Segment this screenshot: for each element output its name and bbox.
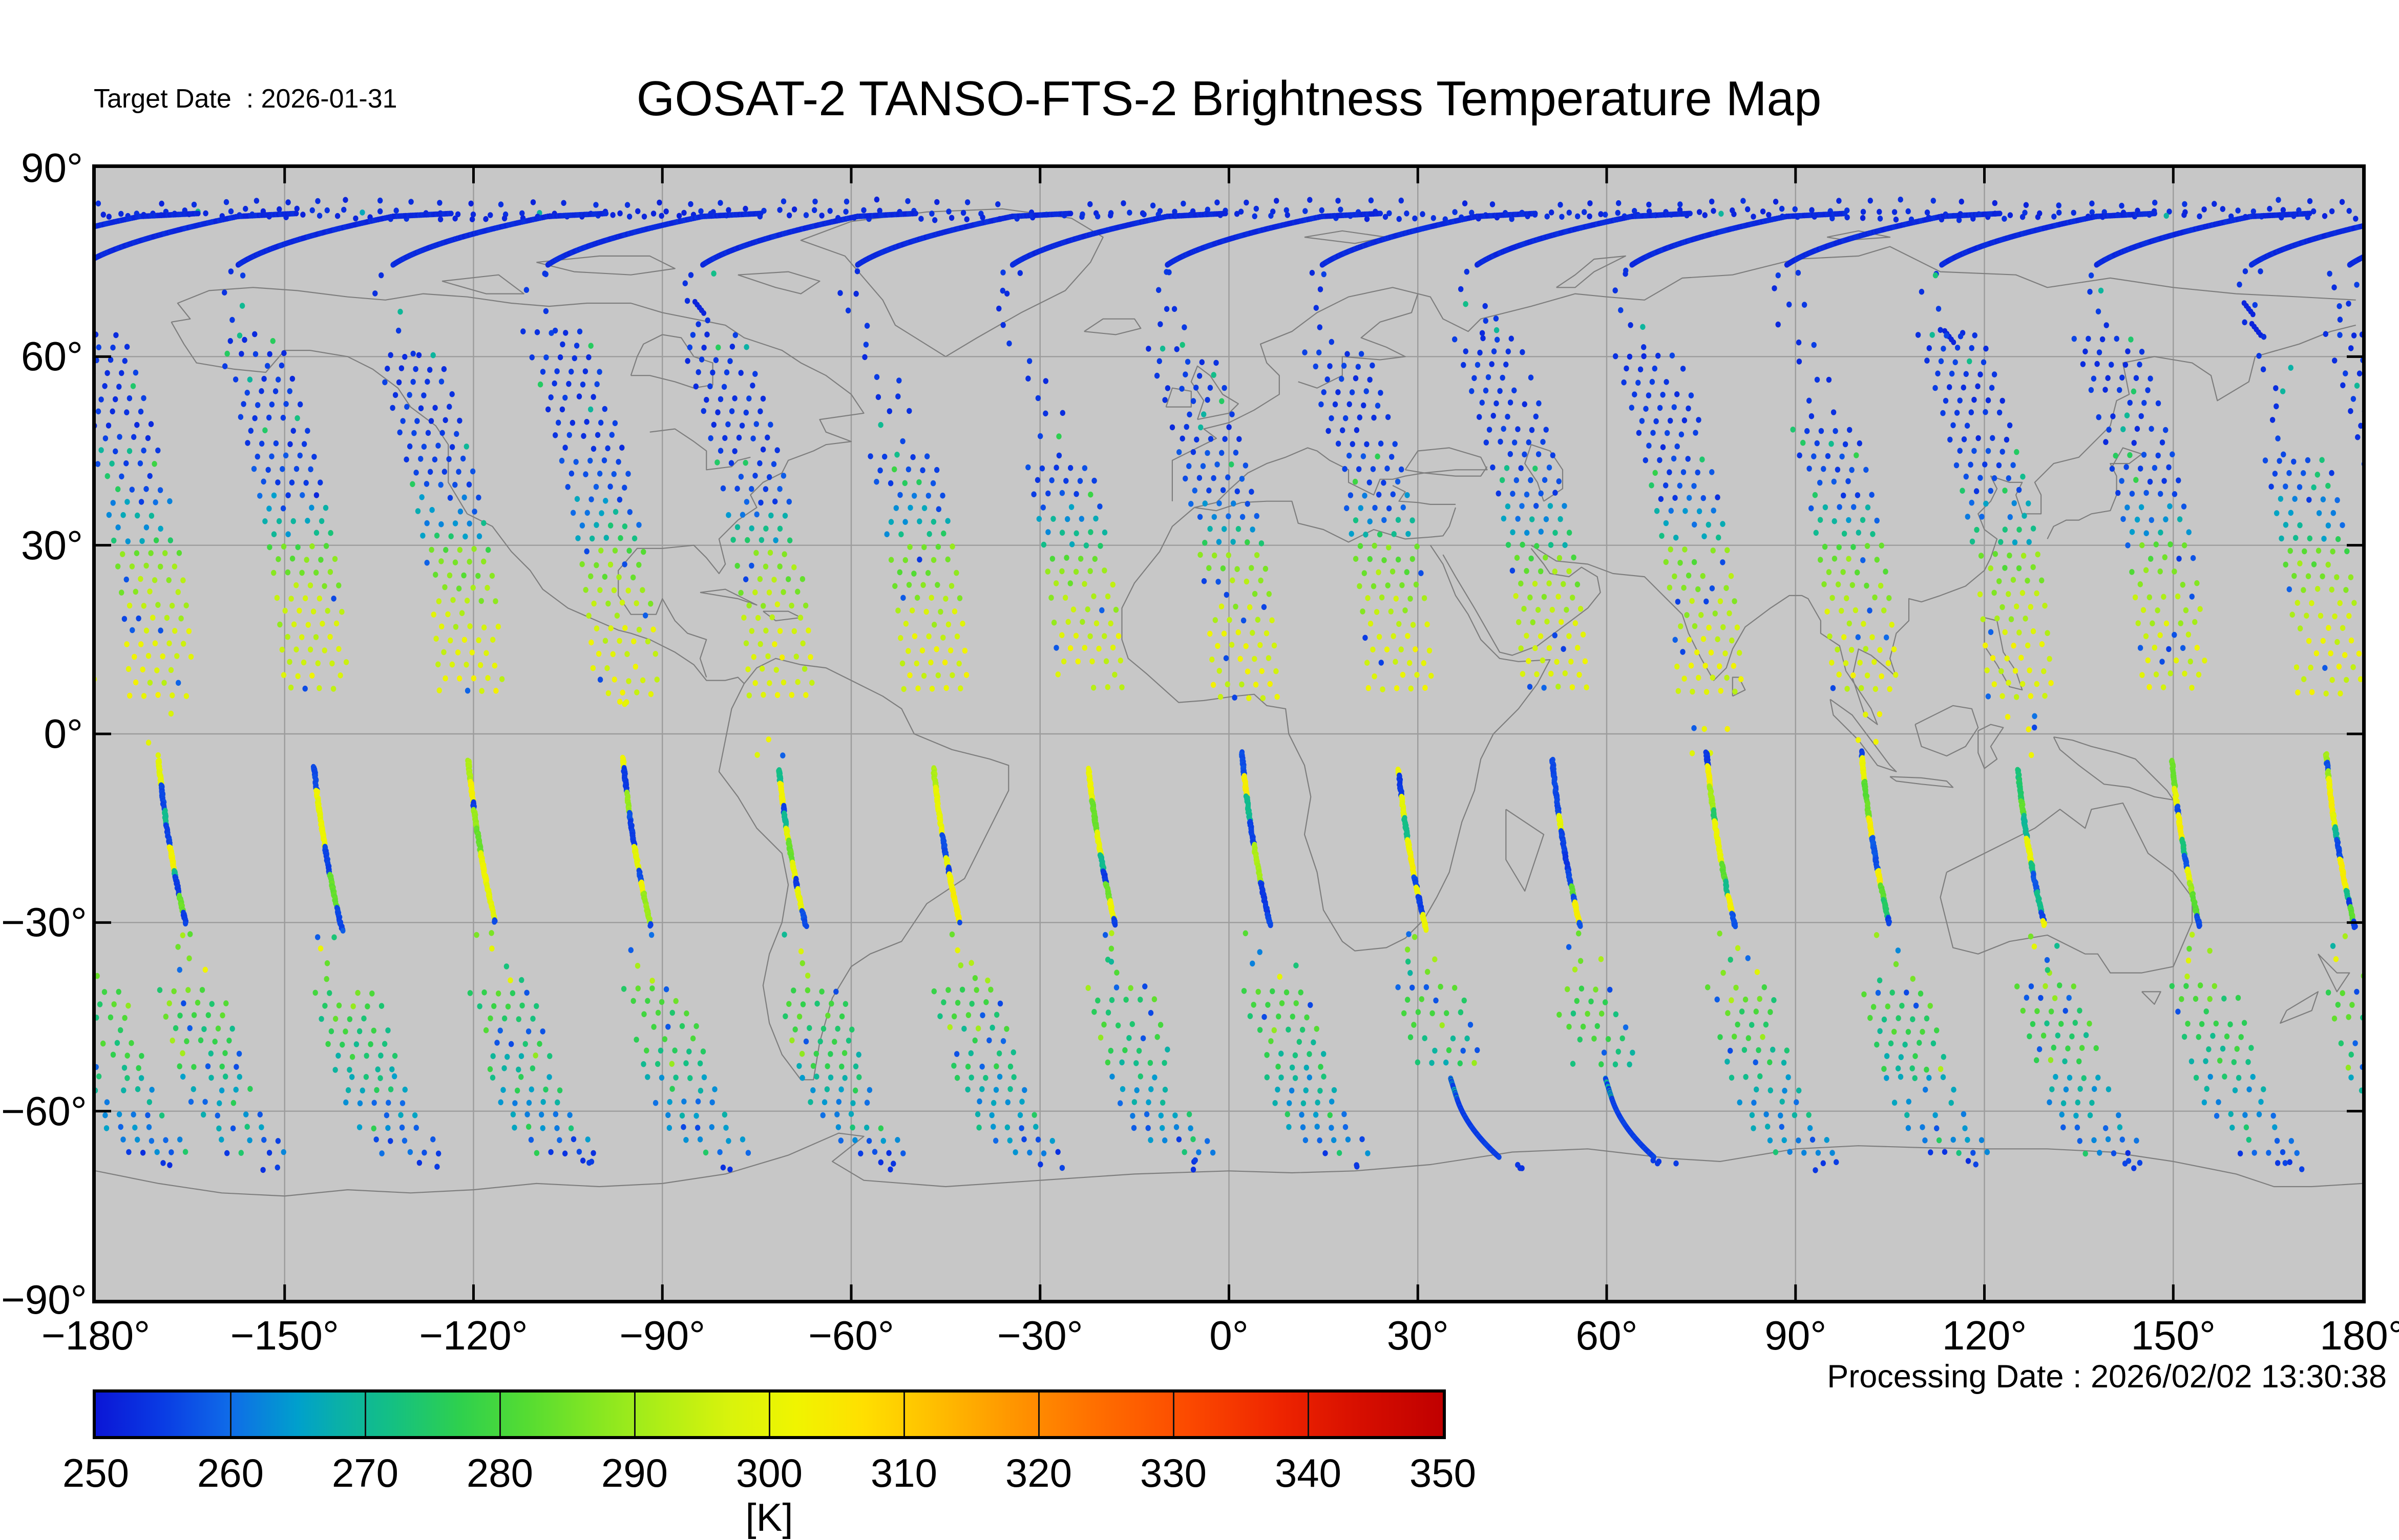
x-tick-label: 180° bbox=[2301, 1314, 2399, 1357]
x-tick-label: −180° bbox=[34, 1314, 157, 1357]
y-tick-label: 60° bbox=[1, 335, 83, 378]
processing-date: Processing Date : 2026/02/02 13:30:38 bbox=[1827, 1358, 2387, 1395]
y-tick-label: 0° bbox=[1, 712, 83, 755]
x-tick-label: −90° bbox=[601, 1314, 724, 1357]
colorbar-tick-label: 320 bbox=[982, 1452, 1095, 1493]
page: { "header": { "metadata_lines": [ "Targe… bbox=[0, 0, 2399, 1539]
colorbar-tick-label: 350 bbox=[1386, 1452, 1499, 1493]
x-tick-label: −60° bbox=[790, 1314, 913, 1357]
map-plot-area bbox=[92, 164, 2366, 1303]
colorbar-tick-label: 310 bbox=[848, 1452, 960, 1493]
brightness-temperature-scatter-map bbox=[96, 168, 2362, 1300]
colorbar-tick-label: 340 bbox=[1252, 1452, 1364, 1493]
page-title: GOSAT-2 TANSO-FTS-2 Brightness Temperatu… bbox=[96, 71, 2362, 127]
colorbar-tick-label: 270 bbox=[309, 1452, 422, 1493]
y-tick-label: −30° bbox=[1, 901, 83, 944]
colorbar-tick-label: 260 bbox=[174, 1452, 287, 1493]
colorbar-tick-label: 300 bbox=[713, 1452, 826, 1493]
colorbar bbox=[93, 1389, 1446, 1439]
x-tick-label: 60° bbox=[1545, 1314, 1668, 1357]
x-tick-label: 90° bbox=[1734, 1314, 1857, 1357]
colorbar-tick-label: 330 bbox=[1117, 1452, 1230, 1493]
x-tick-label: −30° bbox=[979, 1314, 1102, 1357]
y-tick-label: 30° bbox=[1, 524, 83, 567]
x-tick-label: −150° bbox=[223, 1314, 346, 1357]
y-tick-label: 90° bbox=[1, 146, 83, 189]
y-tick-label: −60° bbox=[1, 1090, 83, 1133]
x-tick-label: 0° bbox=[1168, 1314, 1291, 1357]
x-tick-label: 30° bbox=[1356, 1314, 1479, 1357]
colorbar-tick-label: 280 bbox=[444, 1452, 556, 1493]
x-tick-label: 120° bbox=[1923, 1314, 2046, 1357]
colorbar-tick-label: 250 bbox=[39, 1452, 152, 1493]
colorbar-unit-label: [K] bbox=[96, 1495, 1443, 1540]
x-tick-label: −120° bbox=[412, 1314, 535, 1357]
colorbar-tick-label: 290 bbox=[578, 1452, 691, 1493]
x-tick-label: 150° bbox=[2112, 1314, 2235, 1357]
